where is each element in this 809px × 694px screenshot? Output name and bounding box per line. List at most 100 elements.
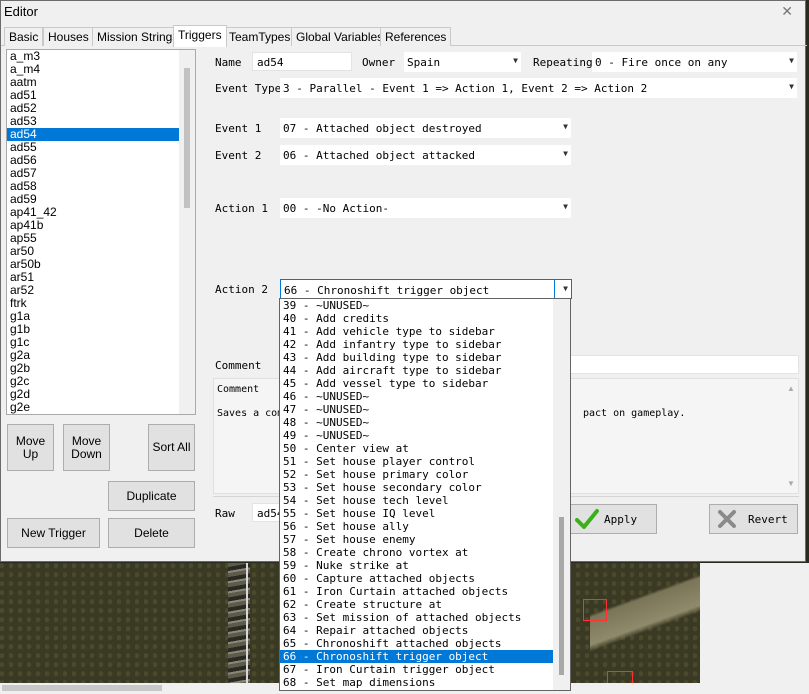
- trigger-list[interactable]: a_m3 a_m4 aatm ad51 ad52 ad53 ad54 ad55 ad56 ad57…: [6, 49, 196, 415]
- help-scrollbar[interactable]: ▲ ▼: [783, 379, 798, 493]
- tab-mission-strings[interactable]: Mission Strings: [92, 27, 184, 46]
- dropdown-option[interactable]: 66 - Chronoshift trigger object: [280, 650, 553, 663]
- event1-label: Event 1: [215, 122, 262, 135]
- apply-label: Apply: [604, 512, 638, 526]
- trigger-list-item[interactable]: g2e: [7, 401, 179, 414]
- event2-label: Event 2: [215, 149, 262, 162]
- dropdown-option[interactable]: 57 - Set house enemy: [280, 533, 553, 546]
- dropdown-option[interactable]: 63 - Set mission of attached objects: [280, 611, 553, 624]
- dropdown-option[interactable]: 55 - Set house IQ level: [280, 507, 553, 520]
- dropdown-option[interactable]: 56 - Set house ally: [280, 520, 553, 533]
- revert-label: Revert: [748, 512, 788, 526]
- trigger-list-item[interactable]: g2c: [7, 375, 179, 388]
- dropdown-option[interactable]: 53 - Set house secondary color: [280, 481, 553, 494]
- name-input[interactable]: ad54: [252, 52, 352, 71]
- dropdown-option[interactable]: 48 - ~UNUSED~: [280, 416, 553, 429]
- dropdown-option[interactable]: 51 - Set house player control: [280, 455, 553, 468]
- tab-houses[interactable]: Houses: [43, 27, 94, 46]
- dropdown-option[interactable]: 50 - Center view at: [280, 442, 553, 455]
- dropdown-option[interactable]: 67 - Iron Curtain trigger object: [280, 663, 553, 676]
- action1-select[interactable]: 00 - -No Action- ▼: [280, 198, 571, 218]
- dropdown-option[interactable]: 46 - ~UNUSED~: [280, 390, 553, 403]
- dropdown-option[interactable]: 42 - Add infantry type to sidebar: [280, 338, 553, 351]
- trigger-list-item[interactable]: g1c: [7, 336, 179, 349]
- chevron-down-icon: ▼: [513, 56, 518, 65]
- title-bar: Editor ✕: [1, 1, 805, 23]
- new-trigger-button[interactable]: New Trigger: [7, 518, 100, 548]
- window-title: Editor: [4, 4, 38, 19]
- chevron-down-icon: ▼: [563, 149, 568, 158]
- dropdown-option[interactable]: 52 - Set house primary color: [280, 468, 553, 481]
- raw-label: Raw: [215, 507, 235, 520]
- dropdown-option[interactable]: 45 - Add vessel type to sidebar: [280, 377, 553, 390]
- sort-all-button[interactable]: Sort All: [148, 424, 195, 471]
- trigger-list-item[interactable]: ar52: [7, 284, 179, 297]
- scrollbar-thumb[interactable]: [184, 68, 190, 208]
- move-up-button[interactable]: Move Up: [7, 424, 54, 471]
- dropdown-option[interactable]: 49 - ~UNUSED~: [280, 429, 553, 442]
- scroll-down-icon[interactable]: ▼: [787, 479, 795, 488]
- event2-select[interactable]: 06 - Attached object attacked ▼: [280, 145, 571, 165]
- trigger-list-item[interactable]: g2d: [7, 388, 179, 401]
- dropdown-option[interactable]: 40 - Add credits: [280, 312, 553, 325]
- move-down-button[interactable]: Move Down: [63, 424, 110, 471]
- event1-select-value: 07 - Attached object destroyed: [283, 122, 482, 135]
- delete-button[interactable]: Delete: [108, 518, 195, 548]
- dropdown-option[interactable]: 60 - Capture attached objects: [280, 572, 553, 585]
- dropdown-option[interactable]: 44 - Add aircraft type to sidebar: [280, 364, 553, 377]
- apply-button[interactable]: Apply: [568, 504, 657, 534]
- chevron-down-icon: ▼: [563, 284, 568, 293]
- dropdown-option[interactable]: 68 - Set map dimensions: [280, 676, 553, 689]
- map-divider: [246, 563, 248, 694]
- action2-dropdown-list[interactable]: 39 - ~UNUSED~ 40 - Add credits 41 - Add ve…: [279, 298, 571, 691]
- revert-button[interactable]: Revert: [709, 504, 798, 534]
- dropdown-option[interactable]: 47 - ~UNUSED~: [280, 403, 553, 416]
- action2-select[interactable]: 66 - Chronoshift trigger object ▼: [280, 279, 572, 299]
- dropdown-option[interactable]: 62 - Create structure at: [280, 598, 553, 611]
- comment-label: Comment: [215, 359, 262, 372]
- close-icon[interactable]: ✕: [781, 3, 793, 20]
- dropdown-options: 39 - ~UNUSED~ 40 - Add credits 41 - Add ve…: [280, 299, 570, 689]
- trigger-list-item[interactable]: ftrk: [7, 297, 179, 310]
- name-label: Name: [215, 56, 242, 69]
- scrollbar-thumb[interactable]: [2, 685, 162, 691]
- dropdown-option[interactable]: 65 - Chronoshift attached objects: [280, 637, 553, 650]
- trigger-list-items: a_m3 a_m4 aatm ad51 ad52 ad53 ad54 ad55 ad56 ad57…: [7, 50, 195, 414]
- trigger-list-item[interactable]: g1b: [7, 323, 179, 336]
- trigger-list-item[interactable]: g2a: [7, 349, 179, 362]
- dropdown-option[interactable]: 61 - Iron Curtain attached objects: [280, 585, 553, 598]
- dropdown-scrollbar[interactable]: [553, 299, 570, 690]
- event-type-select-value: 3 - Parallel - Event 1 => Action 1, Even…: [283, 82, 648, 95]
- tab-triggers[interactable]: Triggers: [173, 25, 227, 47]
- trigger-list-item[interactable]: g2b: [7, 362, 179, 375]
- dropdown-option[interactable]: 64 - Repair attached objects: [280, 624, 553, 637]
- repeating-select[interactable]: 0 - Fire once on any ▼: [592, 52, 797, 72]
- dropdown-option[interactable]: 43 - Add building type to sidebar: [280, 351, 553, 364]
- tab-teamtypes[interactable]: TeamTypes: [224, 27, 296, 46]
- dropdown-option[interactable]: 58 - Create chrono vortex at: [280, 546, 553, 559]
- action1-select-value: 00 - -No Action-: [283, 202, 389, 215]
- trigger-list-item[interactable]: g1a: [7, 310, 179, 323]
- event-type-label: Event Type: [215, 82, 282, 95]
- tab-references[interactable]: References: [380, 27, 452, 46]
- dropdown-option[interactable]: 41 - Add vehicle type to sidebar: [280, 325, 553, 338]
- map-cell-marker[interactable]: [583, 599, 607, 621]
- chevron-down-icon: ▼: [563, 122, 568, 131]
- tab-global-variables[interactable]: Global Variables: [291, 27, 389, 46]
- dropdown-option[interactable]: 59 - Nuke strike at: [280, 559, 553, 572]
- event2-select-value: 06 - Attached object attacked: [283, 149, 476, 162]
- action2-select-value: 66 - Chronoshift trigger object: [284, 284, 490, 297]
- chevron-down-icon: ▼: [563, 202, 568, 211]
- scroll-up-icon[interactable]: ▲: [787, 384, 795, 393]
- event1-select[interactable]: 07 - Attached object destroyed ▼: [280, 118, 571, 138]
- duplicate-button[interactable]: Duplicate: [108, 481, 195, 511]
- owner-select[interactable]: Spain ▼: [404, 52, 521, 72]
- dropdown-option[interactable]: 54 - Set house tech level: [280, 494, 553, 507]
- scrollbar-thumb[interactable]: [559, 517, 564, 675]
- trigger-list-scrollbar[interactable]: [179, 50, 195, 414]
- event-type-select[interactable]: 3 - Parallel - Event 1 => Action 1, Even…: [280, 78, 797, 98]
- chevron-down-icon: ▼: [789, 82, 794, 91]
- owner-label: Owner: [362, 56, 396, 69]
- tab-basic[interactable]: Basic: [4, 27, 44, 46]
- dropdown-option[interactable]: 39 - ~UNUSED~: [280, 299, 553, 312]
